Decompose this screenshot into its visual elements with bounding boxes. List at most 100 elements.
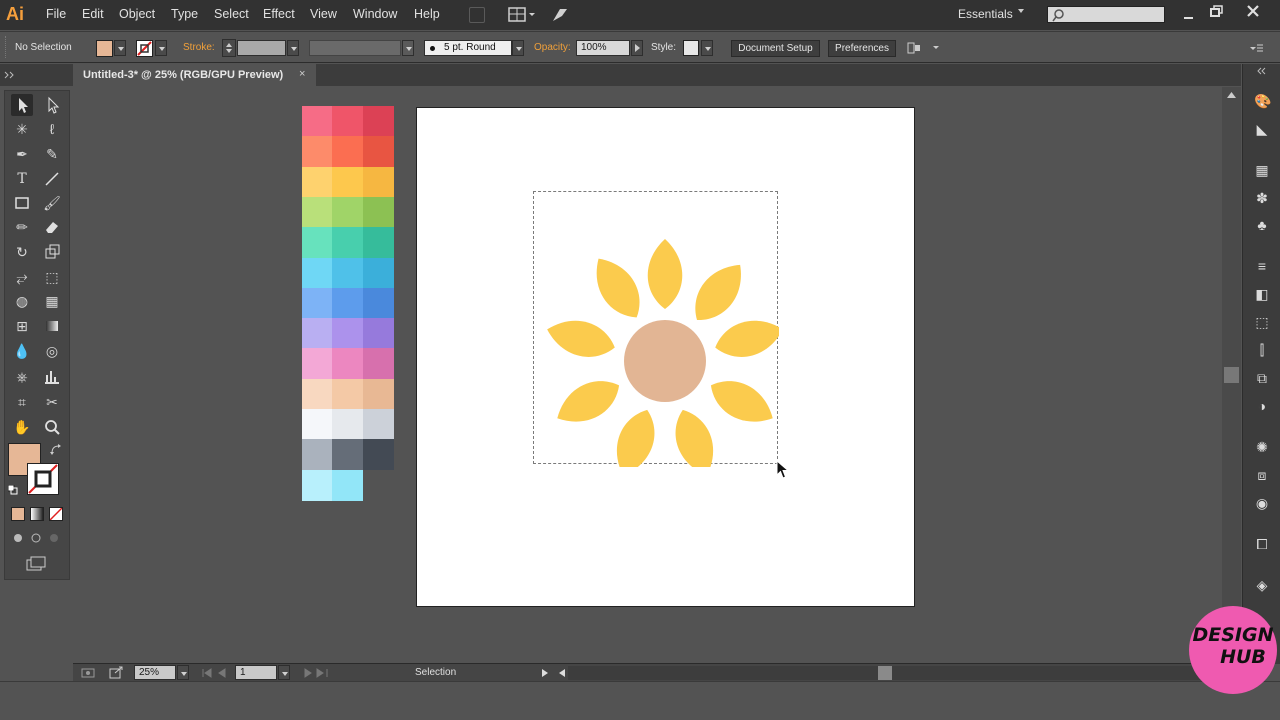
curvature-tool-icon[interactable]: ✎ xyxy=(41,143,63,165)
palette-swatch[interactable] xyxy=(332,318,364,350)
close-icon[interactable] xyxy=(1245,3,1261,19)
vertical-scrollbar[interactable] xyxy=(1222,87,1241,663)
column-graph-tool-icon[interactable] xyxy=(41,366,63,388)
palette-swatch[interactable] xyxy=(332,469,364,501)
lasso-tool-icon[interactable]: ℓ xyxy=(41,118,63,140)
workspace-switcher[interactable]: Essentials xyxy=(958,7,1013,21)
layers-panel-icon[interactable]: ◈ xyxy=(1254,577,1270,593)
palette-swatch[interactable] xyxy=(302,257,333,289)
menu-select[interactable]: Select xyxy=(214,7,249,21)
collapse-dock-icon[interactable] xyxy=(1256,66,1268,76)
palette-swatch[interactable] xyxy=(362,257,394,289)
color-guide-icon[interactable]: ◣ xyxy=(1254,121,1270,137)
scale-tool-icon[interactable] xyxy=(41,241,63,263)
align-panel-icon[interactable]: ⫿ xyxy=(1254,342,1270,358)
palette-swatch[interactable] xyxy=(332,196,364,228)
color-mode-icon[interactable] xyxy=(11,507,25,521)
stroke-weight-dropdown[interactable] xyxy=(287,40,299,56)
palette-swatch[interactable] xyxy=(302,106,333,137)
magic-wand-tool-icon[interactable]: ✳ xyxy=(11,118,33,140)
next-last-artboard-icon[interactable] xyxy=(301,667,331,679)
screen-mode-icon[interactable] xyxy=(25,556,47,572)
direct-selection-tool-icon[interactable] xyxy=(41,94,63,116)
first-prev-artboard-icon[interactable] xyxy=(201,667,231,679)
palette-swatch[interactable] xyxy=(302,439,333,471)
palette-swatch[interactable] xyxy=(302,227,333,259)
default-fill-stroke-icon[interactable] xyxy=(7,484,18,495)
eyedropper-tool-icon[interactable]: 💧 xyxy=(11,340,33,362)
rotate-tool-icon[interactable]: ↻ xyxy=(11,241,33,263)
zoom-tool-icon[interactable] xyxy=(41,416,63,438)
palette-swatch[interactable] xyxy=(332,378,364,410)
palette-swatch[interactable] xyxy=(362,439,394,471)
panel-menu-icon[interactable] xyxy=(1248,41,1264,55)
stroke-weight-field[interactable] xyxy=(237,40,286,56)
brush-field[interactable]: 5 pt. Round xyxy=(424,40,512,56)
sunflower-artwork[interactable] xyxy=(533,191,779,467)
document-setup-button[interactable]: Document Setup xyxy=(731,40,820,57)
stroke-dropdown[interactable] xyxy=(155,40,167,56)
palette-swatch[interactable] xyxy=(362,409,394,440)
palette-swatch[interactable] xyxy=(302,196,333,228)
palette-swatch[interactable] xyxy=(362,318,394,350)
palette-swatch[interactable] xyxy=(362,106,394,137)
palette-swatch[interactable] xyxy=(332,348,364,380)
fill-swatch[interactable] xyxy=(96,40,113,57)
stroke-panel-icon[interactable]: ≡ xyxy=(1254,258,1270,274)
menu-edit[interactable]: Edit xyxy=(82,7,104,21)
line-segment-tool-icon[interactable] xyxy=(41,168,63,190)
eraser-tool-icon[interactable] xyxy=(41,216,63,238)
arrange-icon[interactable] xyxy=(906,40,944,56)
blend-tool-icon[interactable]: ◎ xyxy=(41,340,63,362)
swatches-panel-icon[interactable]: ▦ xyxy=(1254,162,1270,178)
palette-swatch[interactable] xyxy=(332,106,364,137)
style-dropdown[interactable] xyxy=(701,40,713,56)
scroll-up-icon[interactable] xyxy=(1226,91,1237,99)
palette-swatch[interactable] xyxy=(332,439,364,471)
menu-type[interactable]: Type xyxy=(171,7,198,21)
menu-object[interactable]: Object xyxy=(119,7,155,21)
zoom-field[interactable]: 25% xyxy=(134,665,176,680)
brushes-panel-icon[interactable]: ✽ xyxy=(1254,190,1270,206)
opacity-label[interactable]: Opacity: xyxy=(534,42,571,53)
width-tool-icon[interactable]: ⥂ xyxy=(11,266,33,288)
appearance-panel-icon[interactable]: ✺ xyxy=(1254,439,1270,455)
profile-dropdown[interactable] xyxy=(402,40,414,56)
artboard-dropdown[interactable] xyxy=(278,665,290,680)
drawing-modes-icon[interactable] xyxy=(11,531,65,546)
sync-icon[interactable] xyxy=(550,5,570,25)
palette-swatch[interactable] xyxy=(362,227,394,259)
opacity-arrow[interactable] xyxy=(631,40,643,56)
menu-view[interactable]: View xyxy=(310,7,337,21)
palette-swatch[interactable] xyxy=(302,136,333,168)
gradient-mode-icon[interactable] xyxy=(30,507,44,521)
gradient-tool-icon[interactable] xyxy=(41,315,63,337)
palette-swatch[interactable] xyxy=(332,136,364,168)
palette-swatch[interactable] xyxy=(332,287,364,319)
transform-panel-icon[interactable]: ⧉ xyxy=(1254,370,1270,386)
menu-file[interactable]: File xyxy=(46,7,66,21)
stroke-color-box[interactable] xyxy=(27,463,59,495)
hand-tool-icon[interactable]: ✋ xyxy=(11,416,33,438)
preferences-button[interactable]: Preferences xyxy=(828,40,896,57)
type-tool-icon[interactable]: T xyxy=(11,168,33,190)
none-mode-icon[interactable] xyxy=(49,507,63,521)
status-menu-arrow-icon[interactable] xyxy=(540,667,550,679)
palette-swatch[interactable] xyxy=(332,257,364,289)
artboard-tool-icon[interactable]: ⌗ xyxy=(11,391,33,413)
mesh-tool-icon[interactable]: ⊞ xyxy=(11,315,33,337)
bridge-icon[interactable] xyxy=(469,7,485,23)
pencil-tool-icon[interactable]: ✏ xyxy=(11,216,33,238)
color-panel-icon[interactable]: 🎨 xyxy=(1254,93,1271,109)
palette-swatch[interactable] xyxy=(362,196,394,228)
palette-swatch[interactable] xyxy=(302,318,333,350)
brush-dropdown[interactable] xyxy=(512,40,524,56)
rectangle-tool-icon[interactable] xyxy=(11,192,33,214)
perspective-grid-tool-icon[interactable]: ▦ xyxy=(41,290,63,312)
libraries-panel-icon[interactable]: ◉ xyxy=(1254,495,1270,511)
document-tab[interactable]: Untitled-3* @ 25% (RGB/GPU Preview) × xyxy=(73,64,316,86)
menu-help[interactable]: Help xyxy=(414,7,440,21)
paintbrush-tool-icon[interactable]: 🖌 xyxy=(41,192,63,214)
swap-fill-stroke-icon[interactable] xyxy=(49,443,63,457)
palette-swatch[interactable] xyxy=(362,136,394,168)
